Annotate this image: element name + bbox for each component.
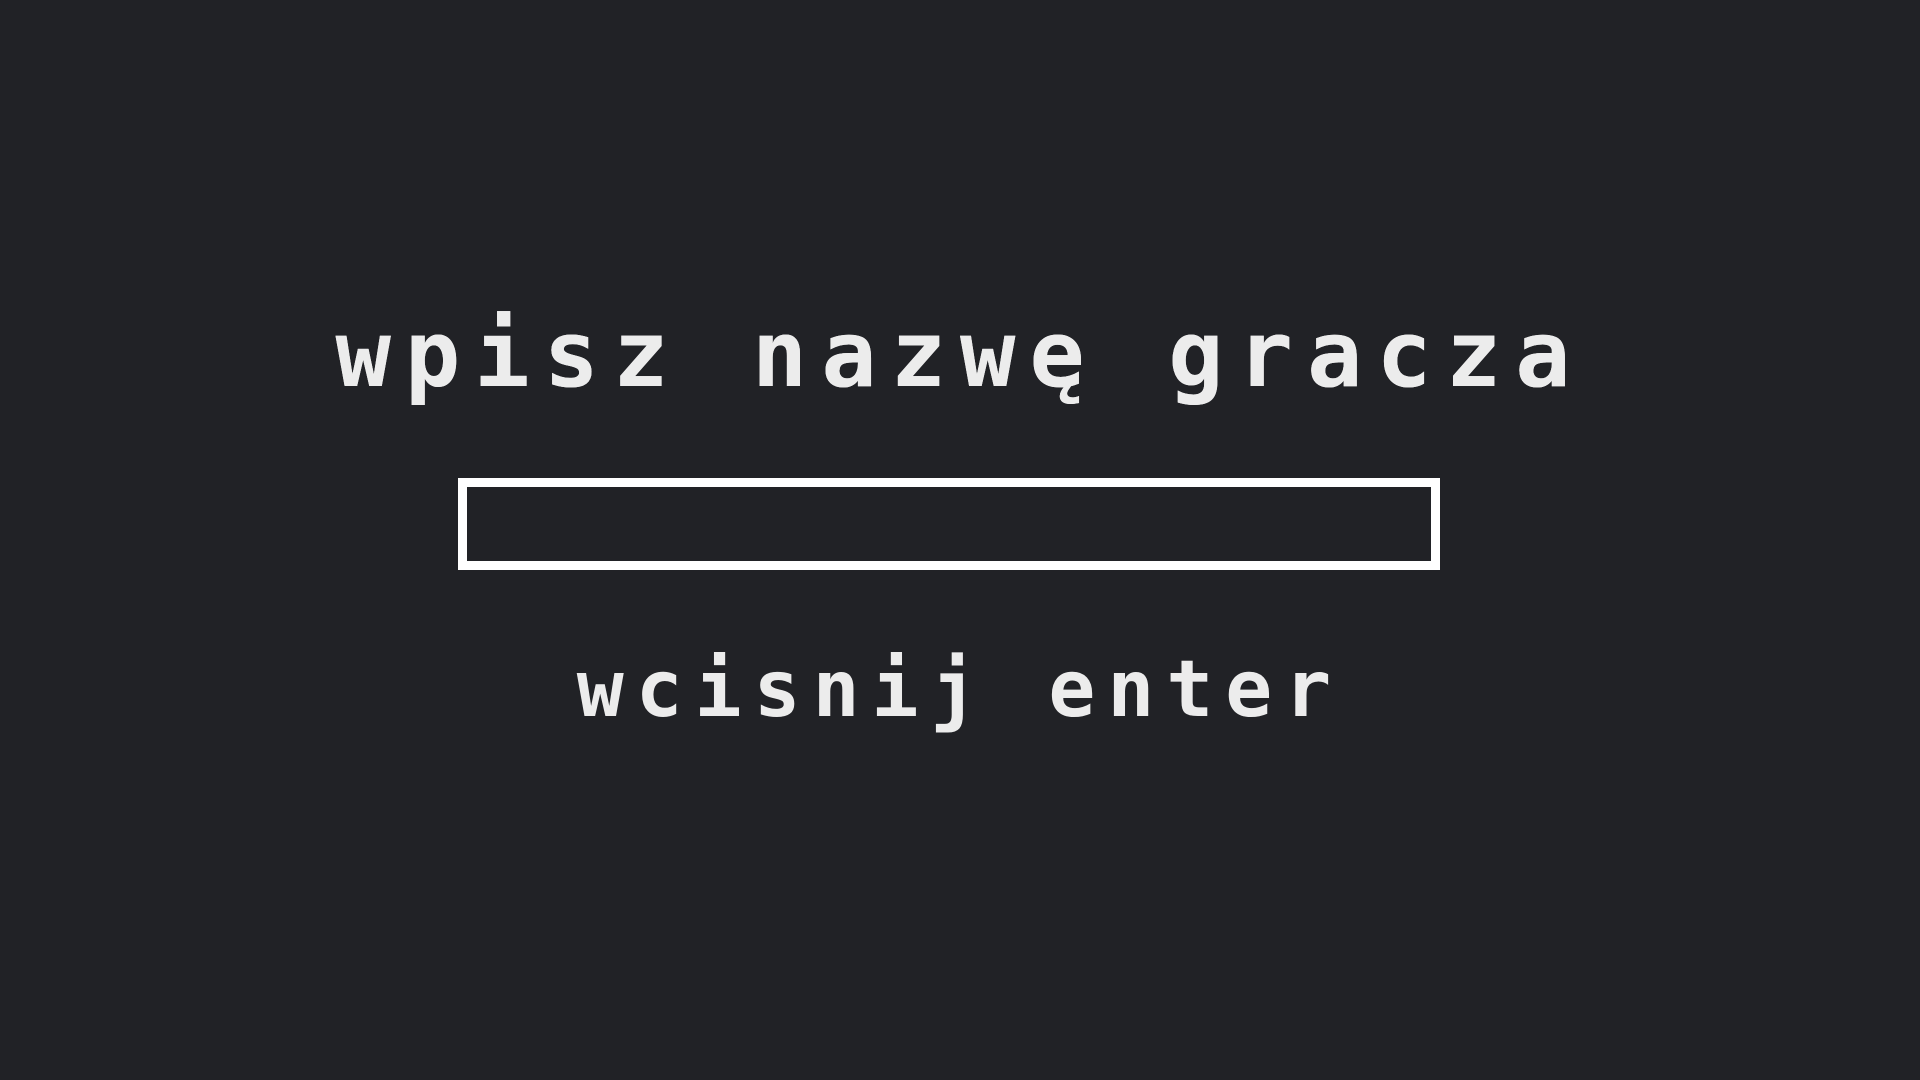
name-entry-screen: wpisz nazwę gracza wcisnij enter xyxy=(0,0,1920,1080)
prompt-title: wpisz nazwę gracza xyxy=(335,301,1585,408)
player-name-input[interactable] xyxy=(458,478,1440,570)
press-enter-hint: wcisnij enter xyxy=(576,645,1344,735)
